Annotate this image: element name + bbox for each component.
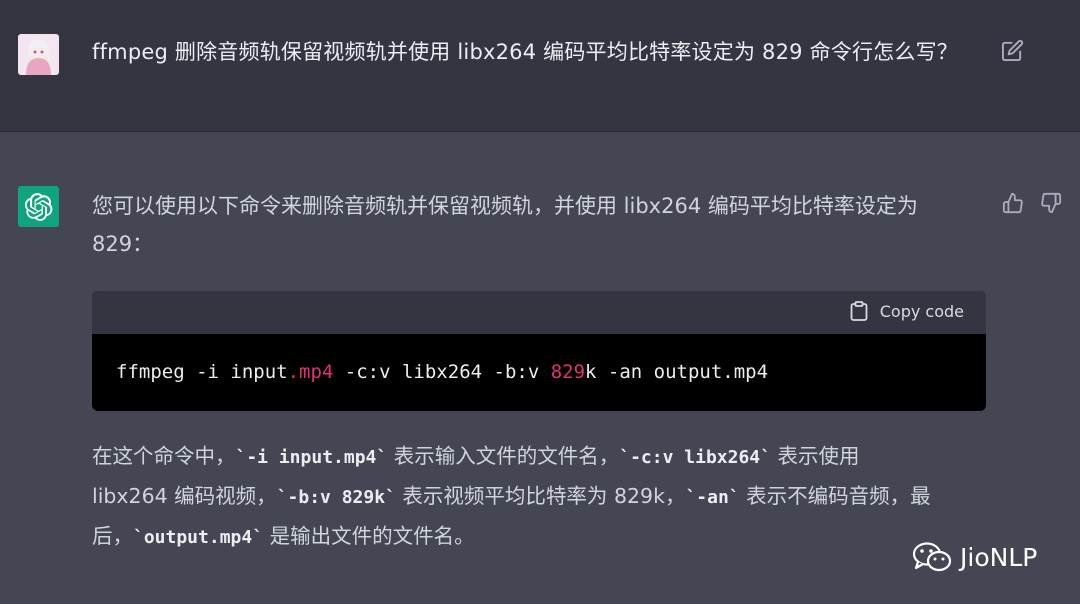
explain-text: libx264 编码视频，	[92, 484, 277, 508]
explain-text: 表示不编码音频，最	[739, 484, 931, 508]
explain-text: 在这个命令中，	[92, 444, 236, 468]
code-block: Copy code ffmpeg -i input.mp4 -c:v libx2…	[92, 291, 986, 411]
wechat-icon	[912, 542, 952, 572]
copy-code-button[interactable]: Copy code	[850, 301, 964, 321]
user-message-text: ffmpeg 删除音频轨保留视频轨并使用 libx264 编码平均比特率设定为 …	[92, 40, 958, 64]
assistant-avatar	[18, 186, 59, 227]
explain-text: 是输出文件的文件名。	[263, 524, 475, 548]
code-content: ffmpeg -i input.mp4 -c:v libx264 -b:v 82…	[92, 334, 986, 410]
inline-code: `-b:v 829k`	[276, 487, 396, 508]
explain-text: 表示输入文件的文件名，	[387, 444, 620, 468]
inline-code: `-c:v libx264`	[619, 447, 771, 468]
intro-line-1: 您可以使用以下命令来删除音频轨并保留视频轨，并使用 libx264 编码平均比特…	[92, 194, 918, 218]
inline-code: `output.mp4`	[133, 527, 264, 548]
explain-text: 表示视频平均比特率为 829k，	[395, 484, 686, 508]
code-token: k -an output.mp4	[585, 361, 769, 383]
intro-line-2: 829：	[92, 232, 154, 256]
code-token: ffmpeg -i input	[116, 361, 288, 383]
edit-icon[interactable]	[1001, 39, 1024, 62]
explain-line-1: 在这个命令中，`-i input.mp4` 表示输入文件的文件名，`-c:v l…	[92, 437, 982, 477]
assistant-intro: 您可以使用以下命令来删除音频轨并保留视频轨，并使用 libx264 编码平均比特…	[92, 187, 972, 263]
copy-code-label: Copy code	[879, 301, 964, 321]
explain-line-3: 后，`output.mp4` 是输出文件的文件名。	[92, 517, 982, 557]
inline-code: `-i input.mp4`	[235, 447, 388, 468]
assistant-explanation: 在这个命令中，`-i input.mp4` 表示输入文件的文件名，`-c:v l…	[92, 437, 982, 557]
explain-text: 后，	[92, 524, 133, 548]
user-message-row: ffmpeg 删除音频轨保留视频轨并使用 libx264 编码平均比特率设定为 …	[0, 0, 1080, 132]
watermark-text: JioNLP	[960, 542, 1038, 572]
thumbs-down-icon[interactable]	[1040, 192, 1062, 214]
explain-line-2: libx264 编码视频，`-b:v 829k` 表示视频平均比特率为 829k…	[92, 477, 982, 517]
watermark: JioNLP	[912, 541, 1037, 573]
code-token: -c:v libx264 -b:v	[333, 361, 551, 383]
inline-code: `-an`	[685, 487, 740, 508]
user-avatar	[18, 34, 59, 75]
code-token-highlight: .mp4	[287, 361, 334, 383]
code-block-header: Copy code	[92, 291, 986, 334]
explain-text: 表示使用	[770, 444, 860, 468]
thumbs-up-icon[interactable]	[1002, 192, 1024, 214]
openai-logo-icon	[24, 192, 52, 221]
clipboard-icon	[850, 301, 868, 321]
code-token-number: 829	[550, 361, 586, 383]
